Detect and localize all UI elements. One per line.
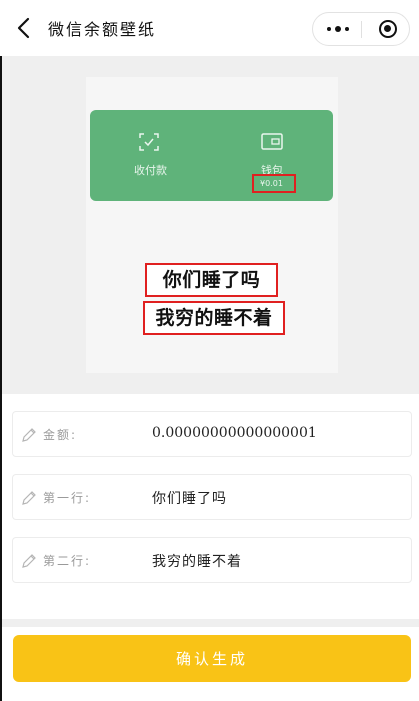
section-divider <box>0 619 419 627</box>
wallet-icon <box>261 133 283 150</box>
page-title: 微信余额壁纸 <box>48 20 157 39</box>
line1-label: 第一行: <box>43 491 92 505</box>
amount-field[interactable]: 金额: 0.00000000000000001 <box>12 411 412 457</box>
amount-input[interactable]: 0.00000000000000001 <box>152 425 317 441</box>
preview-line-2: 我穷的睡不着 <box>143 301 285 335</box>
mini-program-capsule <box>312 12 410 46</box>
line1-input[interactable]: 你们睡了吗 <box>152 488 227 508</box>
confirm-generate-button[interactable]: 确认生成 <box>13 635 411 682</box>
back-arrow-icon[interactable] <box>14 16 36 40</box>
more-icon[interactable] <box>313 13 362 45</box>
preview-line-1: 你们睡了吗 <box>145 263 278 297</box>
window-edge <box>0 56 2 701</box>
scan-pay-icon <box>139 133 159 151</box>
line2-input[interactable]: 我穷的睡不着 <box>152 551 242 571</box>
collect-pay-label: 收付款 <box>134 164 167 177</box>
amount-label: 金额: <box>43 428 78 442</box>
line2-label: 第二行: <box>43 554 92 568</box>
line2-field[interactable]: 第二行: 我穷的睡不着 <box>12 537 412 583</box>
capsule-divider <box>361 21 362 38</box>
nav-bar: 微信余额壁纸 <box>0 0 419 56</box>
pencil-icon <box>22 428 36 442</box>
balance-amount: ¥0.01 <box>252 174 296 193</box>
pencil-icon <box>22 491 36 505</box>
close-target-icon[interactable] <box>379 20 397 38</box>
line1-field[interactable]: 第一行: 你们睡了吗 <box>12 474 412 520</box>
wallet-banner <box>90 110 333 201</box>
pencil-icon <box>22 554 36 568</box>
